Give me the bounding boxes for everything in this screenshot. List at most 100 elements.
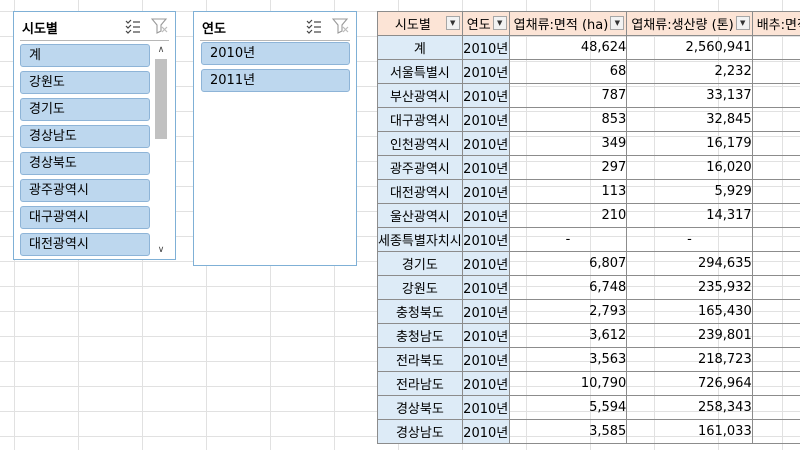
cell-cabbage-area[interactable]: 9	[751, 371, 800, 396]
cell-year[interactable]: 2010년	[461, 419, 510, 444]
cell-leafy-area[interactable]: 2,793	[508, 299, 628, 324]
cell-cabbage-area[interactable]: 1	[751, 203, 800, 228]
cell-cabbage-area[interactable]: 3	[751, 251, 800, 276]
cell-cabbage-area[interactable]: 33	[751, 35, 800, 60]
cell-leafy-area[interactable]: 210	[508, 203, 628, 228]
cell-leafy-production[interactable]: 5,929	[626, 179, 753, 204]
cell-cabbage-area[interactable]	[751, 59, 800, 84]
cell-region[interactable]: 경기도	[377, 251, 463, 276]
region-slicer-scrollbar[interactable]: ∧ ∨	[154, 44, 168, 256]
cell-leafy-area[interactable]: 68	[508, 59, 628, 84]
cell-cabbage-area[interactable]	[751, 179, 800, 204]
slicer-item-daegu[interactable]: 대구광역시	[20, 206, 150, 229]
cell-leafy-production[interactable]: 218,723	[626, 347, 753, 372]
slicer-item-gye[interactable]: 계	[20, 44, 150, 67]
cell-leafy-area[interactable]: 48,624	[508, 35, 628, 60]
cell-leafy-production[interactable]: 14,317	[626, 203, 753, 228]
slicer-item-gangwon[interactable]: 강원도	[20, 71, 150, 94]
cell-leafy-area[interactable]: -	[508, 227, 628, 252]
region-slicer[interactable]: 시도별 계 강원도 경기도 경상남도 경상북도 광주광역시 대구광역시 대전광역…	[13, 11, 176, 260]
cell-year[interactable]: 2010년	[461, 35, 510, 60]
cell-leafy-production[interactable]: 16,020	[626, 155, 753, 180]
cell-leafy-area[interactable]: 6,807	[508, 251, 628, 276]
cell-region[interactable]: 경상북도	[377, 395, 463, 420]
cell-leafy-production[interactable]: 32,845	[626, 107, 753, 132]
cell-cabbage-area[interactable]	[751, 227, 800, 252]
scroll-down-icon[interactable]: ∨	[154, 244, 168, 256]
cell-cabbage-area[interactable]: 2	[751, 419, 800, 444]
multi-select-icon[interactable]	[305, 17, 323, 35]
cell-leafy-area[interactable]: 5,594	[508, 395, 628, 420]
multi-select-icon[interactable]	[124, 17, 142, 35]
cell-leafy-production[interactable]: 161,033	[626, 419, 753, 444]
cell-cabbage-area[interactable]: 2	[751, 299, 800, 324]
cell-region[interactable]: 전라북도	[377, 347, 463, 372]
cell-cabbage-area[interactable]: 2	[751, 323, 800, 348]
cell-year[interactable]: 2010년	[461, 227, 510, 252]
slicer-item-gyeonggi[interactable]: 경기도	[20, 98, 150, 121]
clear-filter-icon[interactable]	[332, 17, 350, 35]
cell-leafy-area[interactable]: 3,585	[508, 419, 628, 444]
cell-leafy-area[interactable]: 10,790	[508, 371, 628, 396]
cell-leafy-production[interactable]: 2,560,941	[626, 35, 753, 60]
cell-leafy-production[interactable]: 16,179	[626, 131, 753, 156]
cell-leafy-production[interactable]: 165,430	[626, 299, 753, 324]
cell-region[interactable]: 전라남도	[377, 371, 463, 396]
cell-year[interactable]: 2010년	[461, 203, 510, 228]
cell-leafy-production[interactable]: -	[626, 227, 753, 252]
cell-year[interactable]: 2010년	[461, 347, 510, 372]
cell-year[interactable]: 2010년	[461, 323, 510, 348]
cell-leafy-production[interactable]: 294,635	[626, 251, 753, 276]
cell-leafy-area[interactable]: 349	[508, 131, 628, 156]
filter-dropdown-icon[interactable]: ▼	[492, 16, 507, 30]
filter-dropdown-icon[interactable]: ▼	[610, 16, 625, 30]
cell-cabbage-area[interactable]: 5	[751, 275, 800, 300]
filter-dropdown-icon[interactable]: ▼	[735, 16, 750, 30]
cell-region[interactable]: 부산광역시	[377, 83, 463, 108]
cell-cabbage-area[interactable]: 3	[751, 83, 800, 108]
filter-dropdown-icon[interactable]: ▼	[445, 16, 460, 30]
slicer-item-2010[interactable]: 2010년	[201, 42, 350, 65]
cell-leafy-area[interactable]: 853	[508, 107, 628, 132]
cell-region[interactable]: 인천광역시	[377, 131, 463, 156]
cell-leafy-area[interactable]: 3,563	[508, 347, 628, 372]
cell-region[interactable]: 울산광역시	[377, 203, 463, 228]
cell-region[interactable]: 충청남도	[377, 323, 463, 348]
cell-region[interactable]: 충청북도	[377, 299, 463, 324]
slicer-item-gwangju[interactable]: 광주광역시	[20, 179, 150, 202]
cell-leafy-area[interactable]: 787	[508, 83, 628, 108]
cell-year[interactable]: 2010년	[461, 131, 510, 156]
scroll-up-icon[interactable]: ∧	[154, 44, 168, 56]
slicer-item-2011[interactable]: 2011년	[201, 69, 350, 92]
cell-region[interactable]: 서울특별시	[377, 59, 463, 84]
cell-cabbage-area[interactable]: 2	[751, 347, 800, 372]
cell-region[interactable]: 대전광역시	[377, 179, 463, 204]
cell-region[interactable]: 세종특별자치시	[377, 227, 463, 252]
slicer-item-gyeongbuk[interactable]: 경상북도	[20, 152, 150, 175]
cell-leafy-production[interactable]: 33,137	[626, 83, 753, 108]
cell-leafy-area[interactable]: 297	[508, 155, 628, 180]
clear-filter-icon[interactable]	[151, 17, 169, 35]
cell-region[interactable]: 대구광역시	[377, 107, 463, 132]
cell-leafy-production[interactable]: 726,964	[626, 371, 753, 396]
cell-region[interactable]: 강원도	[377, 275, 463, 300]
cell-leafy-area[interactable]: 113	[508, 179, 628, 204]
cell-year[interactable]: 2010년	[461, 83, 510, 108]
cell-region[interactable]: 광주광역시	[377, 155, 463, 180]
cell-year[interactable]: 2010년	[461, 251, 510, 276]
cell-year[interactable]: 2010년	[461, 299, 510, 324]
slicer-item-daejeon[interactable]: 대전광역시	[20, 233, 150, 256]
cell-year[interactable]: 2010년	[461, 155, 510, 180]
cell-cabbage-area[interactable]: 3	[751, 395, 800, 420]
cell-leafy-production[interactable]: 258,343	[626, 395, 753, 420]
cell-year[interactable]: 2010년	[461, 179, 510, 204]
cell-cabbage-area[interactable]: 2	[751, 131, 800, 156]
cell-leafy-production[interactable]: 2,232	[626, 59, 753, 84]
cell-leafy-production[interactable]: 239,801	[626, 323, 753, 348]
cell-year[interactable]: 2010년	[461, 275, 510, 300]
cell-year[interactable]: 2010년	[461, 395, 510, 420]
cell-year[interactable]: 2010년	[461, 107, 510, 132]
slicer-item-gyeongnam[interactable]: 경상남도	[20, 125, 150, 148]
cell-leafy-area[interactable]: 6,748	[508, 275, 628, 300]
cell-cabbage-area[interactable]: 4	[751, 107, 800, 132]
